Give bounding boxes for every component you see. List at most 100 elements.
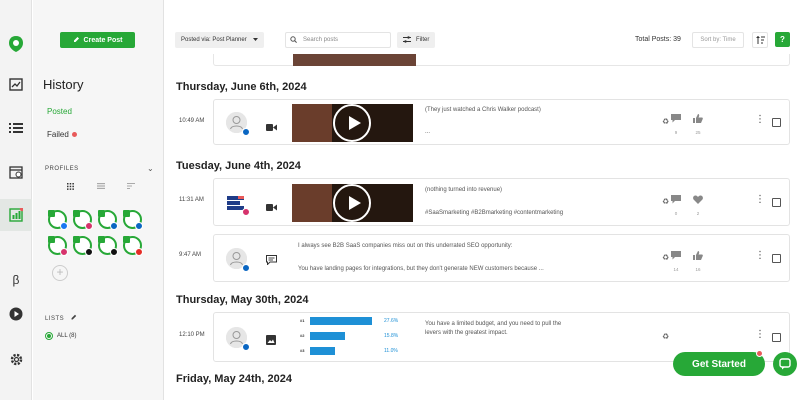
video-icon[interactable] [0,298,32,330]
pinterest-icon [60,248,68,256]
history-icon[interactable] [0,199,32,231]
previous-post-thumbnail [293,54,416,66]
linkedin-icon [242,343,250,351]
play-icon[interactable] [333,184,371,222]
sort-order-icon[interactable] [752,32,768,48]
help-button[interactable]: ? [775,32,790,47]
profile-avatar[interactable] [73,236,93,256]
profile-avatar[interactable] [48,236,68,256]
play-icon[interactable] [333,104,371,142]
chart-bar [310,332,345,340]
tiktok-icon [85,248,93,256]
youtube-icon [135,248,143,256]
more-options-icon[interactable]: ⋮ [755,250,765,261]
calendar-icon[interactable] [0,156,32,188]
chart-rank-label: #2 [300,333,305,338]
post-time: 11:31 AM [179,197,204,203]
video-camera-icon [266,198,277,216]
date-header: Tuesday, June 4th, 2024 [176,160,301,172]
post-select-checkbox[interactable] [772,254,781,263]
failed-alert-dot [71,132,77,138]
beta-icon[interactable]: β [0,264,32,296]
profile-avatar[interactable] [98,210,118,230]
post-caption-line: #SaaSmarketing #B2Bmarketing #contentmar… [425,210,564,216]
post-select-checkbox[interactable] [772,333,781,342]
post-feed: Thursday, June 6th, 2024 10:49 AM (They … [165,54,800,400]
total-posts: Total Posts: 39 [635,36,681,43]
compact-view-icon[interactable] [127,183,135,191]
edit-icon[interactable] [71,314,77,322]
settings-icon[interactable] [0,343,32,375]
thumbs-up-icon [693,251,703,260]
likes-stat: 16 [691,247,705,272]
search-input[interactable]: Search posts [285,32,391,48]
list-all-label: ALL (8) [57,333,77,339]
add-profile-icon[interactable]: + [52,265,68,281]
likes-count: 25 [695,130,701,135]
post-select-checkbox[interactable] [772,198,781,207]
filter-failed[interactable]: Failed [47,130,77,139]
post-image-chart: #1 27.6% #2 15.8% #3 11.0% [300,315,412,359]
more-options-icon[interactable]: ⋮ [755,194,765,205]
post-select-checkbox[interactable] [772,118,781,127]
toolbar: Posted via: Post Planner Search posts Fi… [165,28,800,54]
logo-icon[interactable] [0,28,32,60]
search-placeholder: Search posts [303,37,339,43]
sort-select[interactable]: Sort by: Time [692,32,744,48]
analytics-icon[interactable] [0,68,32,100]
profile-avatar[interactable] [73,210,93,230]
post-caption-line: ... [425,129,431,135]
list-all-radio[interactable]: ALL (8) [45,332,76,340]
profile-avatar[interactable] [123,236,143,256]
left-rail: β [0,0,32,400]
date-header: Friday, May 24th, 2024 [176,373,292,385]
chat-button[interactable] [773,352,797,376]
video-camera-icon [266,118,277,136]
more-options-icon[interactable]: ⋮ [755,114,765,125]
avatar [226,327,250,351]
profile-avatar[interactable] [48,210,68,230]
chevron-down-icon[interactable]: ⌄ [147,164,154,173]
instagram-icon [242,208,250,216]
radio-selected-icon [45,332,53,340]
notification-dot [756,350,763,357]
recycle-icon[interactable]: ♻ [662,332,669,341]
post-card[interactable]: (nothing turned into revenue) #SaaSmarke… [213,178,790,226]
grid-view-icon[interactable] [67,183,74,192]
search-icon [290,35,297,45]
linkedin-icon [242,264,250,272]
likes-count: 16 [695,267,701,272]
list-icon[interactable] [0,112,32,144]
more-options-icon[interactable]: ⋮ [755,329,765,340]
filter-posted[interactable]: Posted [47,107,72,116]
thumbs-up-icon [693,114,703,123]
avatar [226,192,250,216]
create-post-button[interactable]: Create Post [60,32,135,48]
create-post-icon [73,36,80,45]
linkedin-icon [110,222,118,230]
linkedin-icon [135,222,143,230]
filter-button[interactable]: Filter [397,32,436,48]
avatar [226,248,250,272]
profile-avatar[interactable] [98,236,118,256]
comments-stat: 14 [669,247,683,272]
lists-label: LISTS [45,314,77,322]
post-card[interactable]: I always see B2B SaaS companies miss out… [213,234,790,282]
instagram-icon [85,222,93,230]
post-card[interactable]: (They just watched a Chris Walker podcas… [213,99,790,145]
chart-value-label: 11.0% [384,348,398,354]
post-time: 10:49 AM [179,118,205,124]
video-thumbnail[interactable] [292,104,413,142]
history-panel: Create Post History Posted Failed PROFIL… [33,0,164,400]
chart-rank-label: #3 [300,348,305,353]
filter-icon [403,35,411,45]
list-view-icon[interactable] [97,183,105,191]
comments-count: 0 [674,211,678,216]
get-started-button[interactable]: Get Started [673,352,765,376]
heart-icon [693,195,703,204]
facebook-icon [60,222,68,230]
profile-avatar[interactable] [123,210,143,230]
posted-via-select[interactable]: Posted via: Post Planner [175,32,264,48]
video-thumbnail[interactable] [292,184,413,222]
lists-label-text: LISTS [45,316,65,322]
